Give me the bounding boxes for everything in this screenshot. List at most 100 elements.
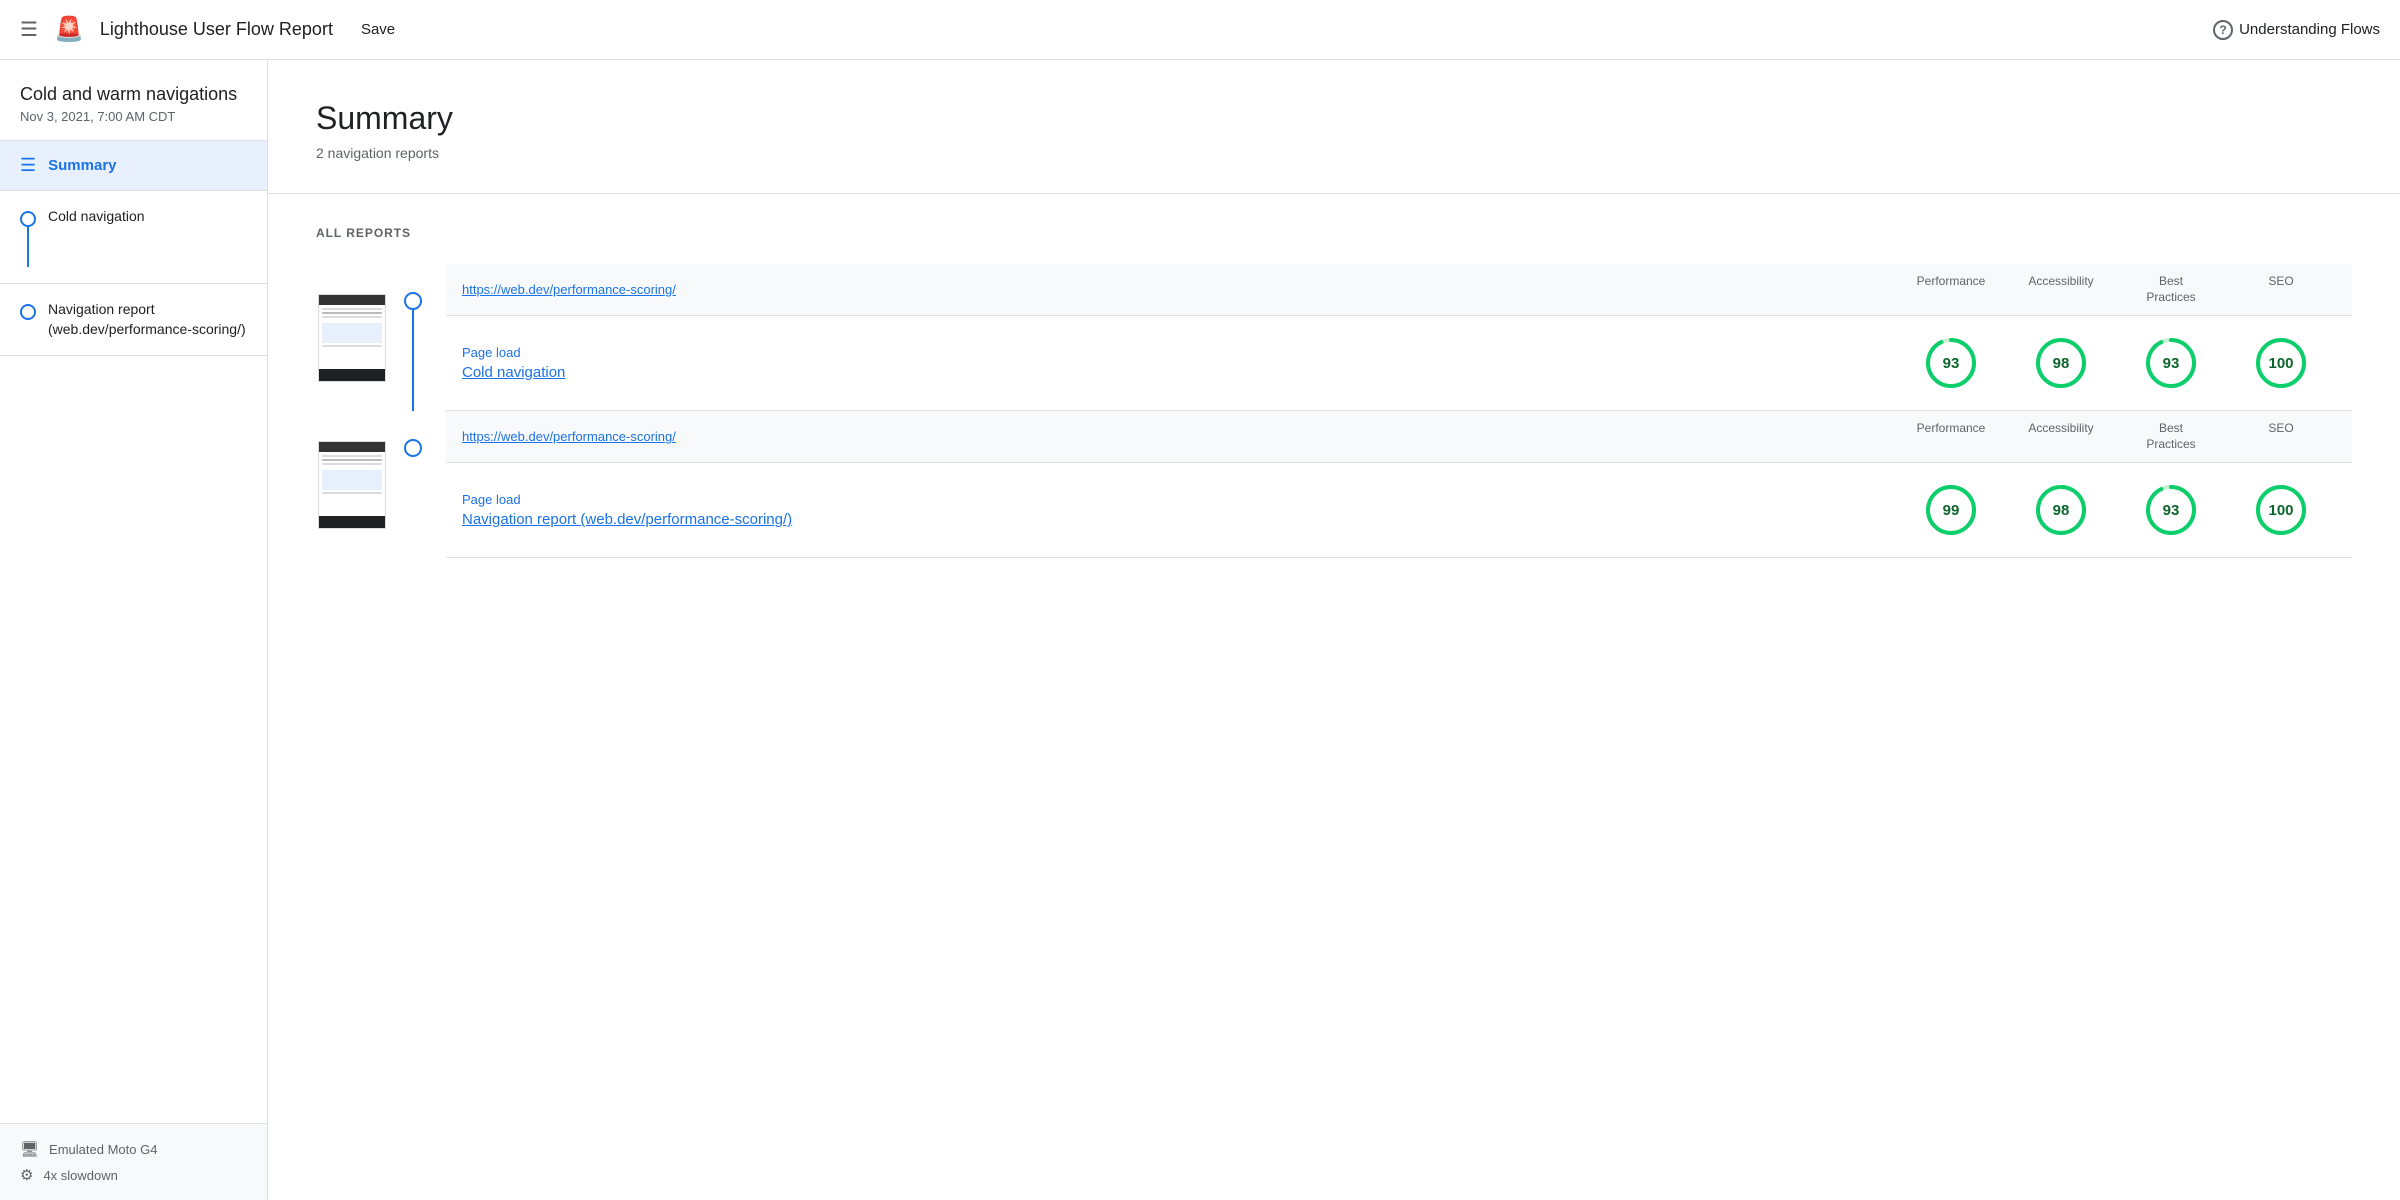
score-best-2: 93 — [2116, 483, 2226, 537]
score-circle-acc-1: 98 — [2034, 336, 2088, 390]
report-dot-2 — [404, 439, 422, 457]
thumb-line-7 — [322, 463, 382, 465]
report-type-2: Page load — [462, 492, 1896, 507]
sidebar-device-info: 🖥 Emulated Moto G4 ⚙ 4x slowdown — [0, 1123, 267, 1200]
thumb-line-5 — [322, 455, 382, 457]
score-accessibility-1: 98 — [2006, 336, 2116, 390]
menu-icon[interactable]: ☰ — [20, 17, 38, 42]
score-circle-acc-2: 98 — [2034, 483, 2088, 537]
sidebar: Cold and warm navigations Nov 3, 2021, 7… — [0, 60, 268, 1200]
report-type-1: Page load — [462, 345, 1896, 360]
save-button[interactable]: Save — [349, 15, 407, 44]
device-icon: 🖥 — [20, 1140, 39, 1158]
timeline-line — [27, 227, 29, 267]
lighthouse-logo: 🚨 — [54, 15, 84, 44]
score-value-best-2: 93 — [2163, 502, 2180, 519]
score-circle-seo-1: 100 — [2254, 336, 2308, 390]
report-header-2: https://web.dev/performance-scoring/ Per… — [446, 411, 2352, 463]
report-info-2: Page load Navigation report (web.dev/per… — [462, 492, 1896, 528]
score-best-1: 93 — [2116, 336, 2226, 390]
device-label: Emulated Moto G4 — [49, 1142, 157, 1157]
thumb-content-2 — [319, 452, 385, 516]
nav-item-label-cold: Cold navigation — [48, 207, 247, 227]
score-value-acc-1: 98 — [2053, 355, 2070, 372]
all-reports-section: ALL REPORTS — [268, 194, 2400, 590]
thumb-line-6 — [322, 459, 382, 461]
score-performance-1: 93 — [1896, 336, 2006, 390]
score-seo-1: 100 — [2226, 336, 2336, 390]
report-cols-1: Performance Accessibility BestPractices … — [1896, 274, 2336, 305]
report-body-2: Page load Navigation report (web.dev/per… — [446, 463, 2352, 558]
nav-item-content-cold: Cold navigation — [48, 207, 247, 227]
project-name: Cold and warm navigations — [20, 84, 247, 105]
summary-heading: Summary — [316, 100, 2352, 137]
score-value-perf-1: 93 — [1943, 355, 1960, 372]
device-row-emulated: 🖥 Emulated Moto G4 — [20, 1140, 247, 1158]
col-header-performance-1: Performance — [1896, 274, 2006, 305]
col-header-best-practices-2: BestPractices — [2116, 421, 2226, 452]
score-circle-seo-2: 100 — [2254, 483, 2308, 537]
sidebar-nav: Cold navigation Navigation report (web.d… — [0, 191, 267, 1123]
report-body-1: Page load Cold navigation 93 — [446, 316, 2352, 411]
score-performance-2: 99 — [1896, 483, 2006, 537]
score-value-perf-2: 99 — [1943, 502, 1960, 519]
thumb-section-1 — [322, 323, 382, 343]
all-reports-label: ALL REPORTS — [316, 226, 2352, 240]
slowdown-icon: ⚙ — [20, 1166, 33, 1184]
thumbnail-img-1 — [318, 294, 386, 382]
report-info-1: Page load Cold navigation — [462, 345, 1896, 381]
thumb-bar-2 — [319, 442, 385, 452]
summary-section: Summary 2 navigation reports — [268, 60, 2400, 194]
thumb-line-4 — [322, 345, 382, 347]
help-icon: ? — [2213, 20, 2233, 40]
score-circle-perf-2: 99 — [1924, 483, 1978, 537]
summary-sub: 2 navigation reports — [316, 145, 2352, 161]
report-main-2: https://web.dev/performance-scoring/ Per… — [446, 411, 2352, 558]
report-name-2[interactable]: Navigation report (web.dev/performance-s… — [462, 511, 1896, 528]
score-circle-best-1: 93 — [2144, 336, 2198, 390]
project-date: Nov 3, 2021, 7:00 AM CDT — [20, 109, 247, 124]
summary-label: Summary — [48, 157, 116, 174]
score-circle-perf-1: 93 — [1924, 336, 1978, 390]
main-content: Summary 2 navigation reports ALL REPORTS — [268, 60, 2400, 1200]
report-header-1: https://web.dev/performance-scoring/ Per… — [446, 264, 2352, 316]
report-line-1 — [412, 310, 414, 411]
thumb-line-1 — [322, 308, 382, 310]
thumb-line-2 — [322, 312, 382, 314]
score-value-best-1: 93 — [2163, 355, 2180, 372]
score-value-acc-2: 98 — [2053, 502, 2070, 519]
app-title: Lighthouse User Flow Report — [100, 19, 333, 40]
col-header-accessibility-1: Accessibility — [2006, 274, 2116, 305]
sidebar-summary-item[interactable]: ☰ Summary — [0, 141, 267, 191]
score-circle-best-2: 93 — [2144, 483, 2198, 537]
report-card-1: https://web.dev/performance-scoring/ Per… — [316, 264, 2352, 411]
report-main-1: https://web.dev/performance-scoring/ Per… — [446, 264, 2352, 411]
report-thumbnail-1 — [316, 264, 388, 411]
sidebar-item-nav-report[interactable]: Navigation report (web.dev/performance-s… — [0, 284, 267, 356]
report-timeline-2 — [404, 411, 422, 558]
thumb-section-2 — [322, 470, 382, 490]
understanding-flows-link[interactable]: ? Understanding Flows — [2213, 20, 2380, 40]
score-accessibility-2: 98 — [2006, 483, 2116, 537]
thumb-line-8 — [322, 492, 382, 494]
report-timeline-1 — [404, 264, 422, 411]
scores-2: 99 98 — [1896, 483, 2336, 537]
thumb-line-3 — [322, 316, 382, 318]
report-name-1[interactable]: Cold navigation — [462, 364, 1896, 381]
nav-item-content-nav: Navigation report (web.dev/performance-s… — [48, 300, 247, 339]
report-card-2: https://web.dev/performance-scoring/ Per… — [316, 411, 2352, 558]
col-header-seo-1: SEO — [2226, 274, 2336, 305]
report-url-1[interactable]: https://web.dev/performance-scoring/ — [462, 282, 1896, 297]
report-url-2[interactable]: https://web.dev/performance-scoring/ — [462, 429, 1896, 444]
col-header-seo-2: SEO — [2226, 421, 2336, 452]
timeline-dot-2 — [20, 304, 36, 320]
col-header-accessibility-2: Accessibility — [2006, 421, 2116, 452]
sidebar-project-info: Cold and warm navigations Nov 3, 2021, 7… — [0, 60, 267, 141]
sidebar-item-cold-navigation[interactable]: Cold navigation — [0, 191, 267, 284]
timeline-cold — [20, 207, 36, 267]
thumb-content-1 — [319, 305, 385, 369]
timeline-nav — [20, 300, 36, 320]
report-dot-1 — [404, 292, 422, 310]
header-right: ? Understanding Flows — [2213, 20, 2380, 40]
main-layout: Cold and warm navigations Nov 3, 2021, 7… — [0, 60, 2400, 1200]
